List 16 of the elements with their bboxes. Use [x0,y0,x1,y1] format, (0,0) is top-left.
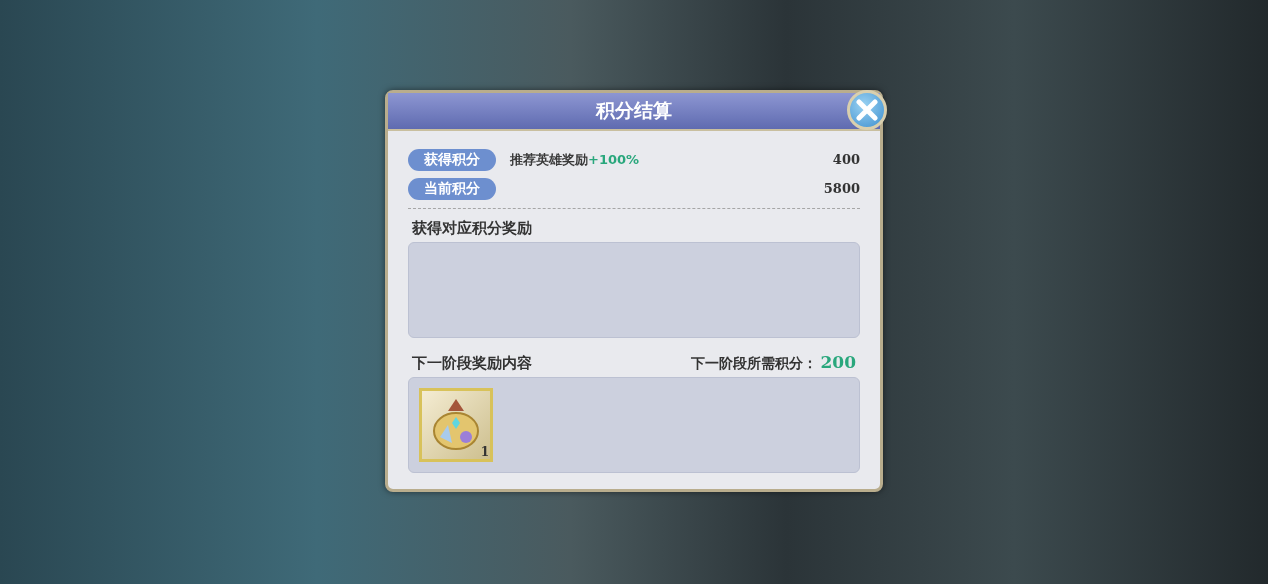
bonus-percent: +100% [588,152,640,167]
dialog-title: 积分结算 [596,98,672,123]
required-score-label: 下一阶段所需积分： [690,355,817,371]
score-value: 400 [832,152,860,167]
section-heading: 获得对应积分奖励 [412,219,532,238]
ornate-pot-icon [430,397,482,453]
close-icon [856,99,878,121]
score-value: 5800 [823,181,860,196]
reward-item-slot[interactable]: 1 [419,388,493,462]
section-heading: 下一阶段奖励内容 [412,354,532,373]
close-button[interactable] [847,90,887,130]
score-tag: 获得积分 [408,148,496,171]
score-tag: 当前积分 [408,177,496,200]
bonus-label: 推荐英雄奖励 [510,150,588,169]
required-score-value: 200 [820,352,856,372]
item-count: 1 [480,445,489,459]
